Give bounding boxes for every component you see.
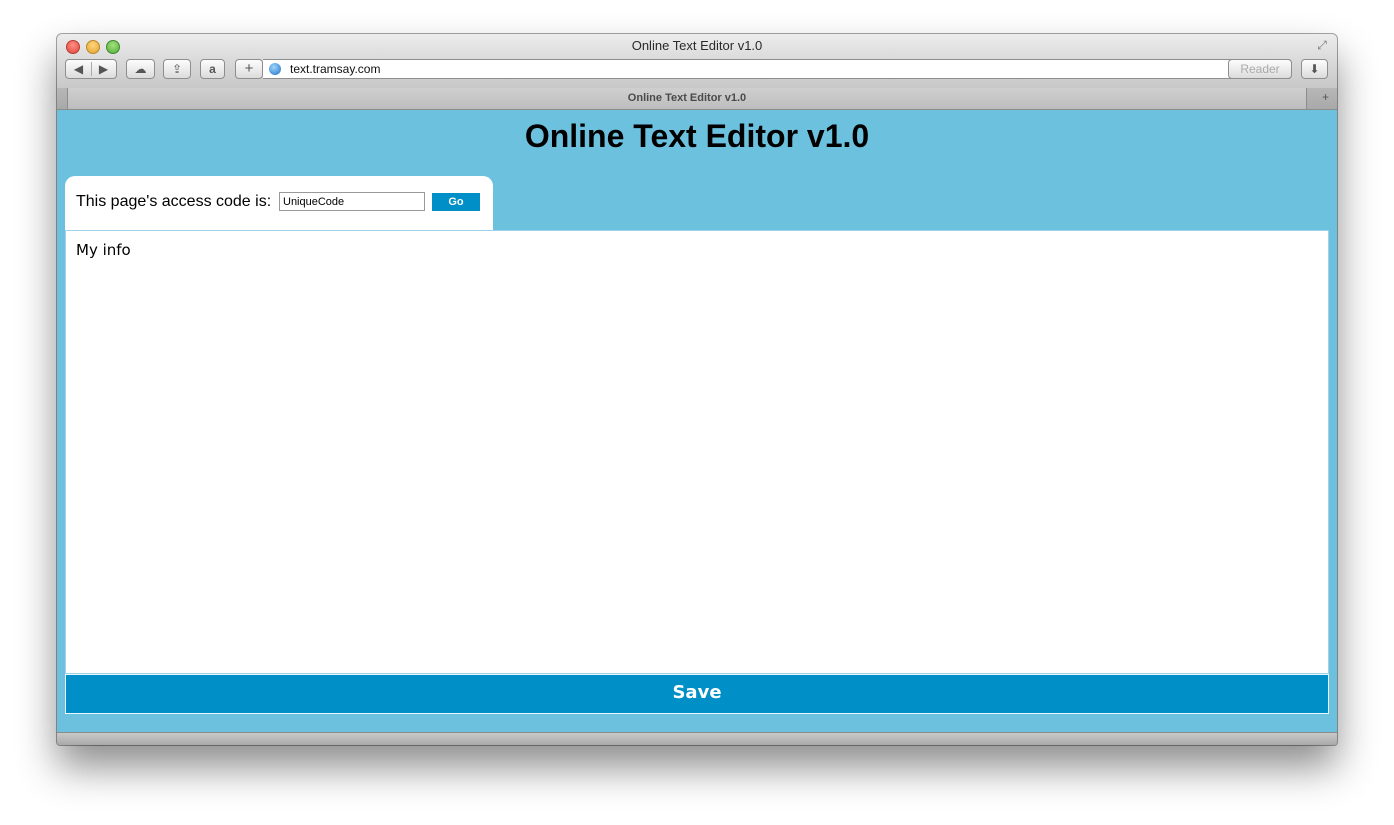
globe-icon xyxy=(269,63,281,75)
amazon-icon: a xyxy=(209,62,216,76)
go-button[interactable]: Go xyxy=(432,193,480,211)
reader-button[interactable]: Reader xyxy=(1228,59,1292,79)
cloud-icon: ☁ xyxy=(134,62,147,76)
page-title: Online Text Editor v1.0 xyxy=(524,118,870,154)
page-content: Online Text Editor v1.0 This page's acce… xyxy=(57,110,1337,732)
share-button[interactable]: ⇪ xyxy=(163,59,191,79)
url-text[interactable]: text.tramsay.com xyxy=(290,62,380,76)
fullscreen-icon[interactable]: ⤢ xyxy=(1315,38,1329,52)
text-editor[interactable]: My info xyxy=(65,230,1329,674)
access-code-label: This page's access code is: xyxy=(76,193,272,210)
icloud-tabs-button[interactable]: ☁ xyxy=(126,59,155,79)
back-forward-group: ◀ ▶ xyxy=(65,59,117,79)
plus-icon: + xyxy=(244,60,254,77)
amazon-bookmark-button[interactable]: a xyxy=(200,59,225,79)
divider xyxy=(91,62,92,76)
tab-bar: Online Text Editor v1.0 + xyxy=(57,88,1337,110)
tab-online-text-editor[interactable]: Online Text Editor v1.0 xyxy=(67,88,1307,109)
titlebar: Online Text Editor v1.0 ⤢ ◀ ▶ ☁ ⇪ a + tex… xyxy=(57,34,1337,89)
access-code-input[interactable] xyxy=(279,192,425,211)
window-title: Online Text Editor v1.0 xyxy=(631,38,763,53)
download-icon: ⬇ xyxy=(1309,62,1320,76)
status-bar xyxy=(57,732,1337,745)
share-icon: ⇪ xyxy=(171,62,183,76)
downloads-button[interactable]: ⬇ xyxy=(1301,59,1328,79)
new-tab-icon[interactable]: + xyxy=(1322,90,1329,104)
back-icon[interactable]: ◀ xyxy=(66,60,91,78)
browser-window: Online Text Editor v1.0 ⤢ ◀ ▶ ☁ ⇪ a + tex… xyxy=(57,34,1337,745)
address-bar[interactable]: text.tramsay.com ↻ xyxy=(263,59,1292,79)
access-code-panel: This page's access code is: Go xyxy=(65,176,493,230)
add-bookmark-button[interactable]: + xyxy=(235,59,263,79)
save-button[interactable]: Save xyxy=(65,674,1329,714)
forward-icon[interactable]: ▶ xyxy=(91,60,116,78)
